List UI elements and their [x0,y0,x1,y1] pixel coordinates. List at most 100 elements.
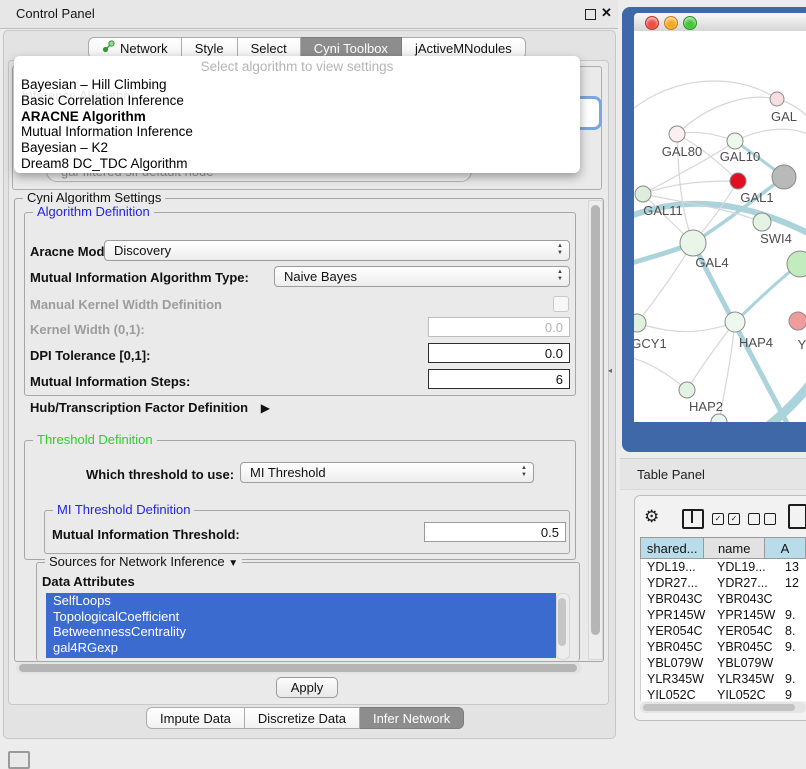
column-header-shared-[interactable]: shared... [640,537,704,559]
cyni-group-title: Cyni Algorithm Settings [23,190,165,205]
node-label-gal: GAL [771,109,797,124]
deselect-all-checks-icon[interactable] [748,513,776,525]
node-gal4[interactable] [680,230,706,256]
which-threshold-label: Which threshold to use: [86,467,234,482]
table-h-scrollbar[interactable] [640,702,806,713]
node-gal80[interactable] [669,126,685,142]
tab-discretize-data[interactable]: Discretize Data [245,707,360,729]
close-panel-icon[interactable]: ✕ [601,5,612,21]
node-low[interactable] [711,414,727,422]
table-header: shared...nameA [640,537,806,559]
data-attributes-list[interactable]: SelfLoopsTopologicalCoefficientBetweenne… [46,593,556,658]
hub-definition-toggle[interactable]: Hub/Transcription Factor Definition ▶ [30,400,270,415]
table-row[interactable]: YBL079WYBL079W [641,655,806,671]
node-label-gal10: GAL10 [720,149,760,164]
network-icon [102,40,115,56]
select-all-checks-icon[interactable]: ✓✓ [712,513,740,525]
network-edge [677,97,777,134]
which-threshold-combo[interactable]: MI Threshold ▲▼ [240,462,534,483]
mi-type-combo[interactable]: Naive Bayes ▲▼ [274,266,570,287]
close-light-icon[interactable] [645,16,659,30]
table-body: YDL19...YDL19...13YDR27...YDR27...12YBR0… [640,559,806,701]
network-edge [687,322,735,390]
node-gal-top[interactable] [770,92,784,106]
table-panel-title: Table Panel [637,467,705,482]
dpi-tolerance-field[interactable]: 0.0 [428,343,570,363]
mi-type-label: Mutual Information Algorithm Type: [30,270,249,285]
attribute-betweennesscentrality[interactable]: BetweennessCentrality [46,624,556,640]
node-gal1[interactable] [730,173,746,189]
columns-icon[interactable] [682,509,704,529]
settings-scrollbar[interactable] [588,200,603,660]
table-row[interactable]: YER054CYER054C8. [641,623,806,639]
attribute-topologicalcoefficient[interactable]: TopologicalCoefficient [46,609,556,625]
table-row[interactable]: YBR043CYBR043C [641,591,806,607]
page-icon[interactable] [788,504,806,529]
gear-icon[interactable]: ⚙ [644,507,659,527]
node-hap2[interactable] [679,382,695,398]
algorithm-item-aracne-algorithm[interactable]: ARACNE Algorithm [14,109,580,125]
node-swi4[interactable] [753,213,771,231]
dpi-tolerance-label: DPI Tolerance [0,1]: [30,348,150,363]
minimize-light-icon[interactable] [664,16,678,30]
column-header-name[interactable]: name [704,537,765,559]
kernel-width-label: Kernel Width (0,1): [30,322,145,337]
network-window-titlebar[interactable] [634,13,806,32]
network-edge [764,377,806,422]
node-gal10[interactable] [727,133,743,149]
float-window-icon[interactable] [585,9,596,20]
table-row[interactable]: YPR145WYPR145W9. [641,607,806,623]
node-salmon[interactable] [789,312,806,330]
combo-spinner-icon: ▲▼ [557,269,563,283]
minimized-window-icon[interactable] [8,751,30,769]
ghost-group-label: Inference Algorithm [22,88,134,103]
attributes-scrollbar[interactable] [556,593,570,660]
node-label-gal1: GAL1 [740,190,773,205]
table-row[interactable]: YBR045CYBR045C9. [641,639,806,655]
table-row[interactable]: YDR27...YDR27...12 [641,575,806,591]
mi-threshold-title: MI Threshold Definition [53,502,194,517]
column-header-a[interactable]: A [765,537,806,559]
algorithm-definition-title: Algorithm Definition [33,204,154,219]
panel-resize-handle[interactable]: ◂ [608,366,612,375]
node-label-gal11: GAL11 [643,203,683,218]
table-panel-titlebar: Table Panel [620,458,806,490]
manual-kernel-label: Manual Kernel Width Definition [30,297,222,312]
manual-kernel-checkbox[interactable] [553,296,569,312]
node-label-hap2: HAP2 [689,399,723,414]
mi-threshold-label: Mutual Information Threshold: [52,527,240,542]
node-label-hap4: HAP4 [739,335,773,350]
node-label-gal4: GAL4 [695,255,728,270]
table-row[interactable]: YLR345WYLR345W9. [641,671,806,687]
tab-impute-data[interactable]: Impute Data [146,707,245,729]
tab-infer-network[interactable]: Infer Network [360,707,464,729]
attribute-selfloops[interactable]: SelfLoops [46,593,556,609]
data-attributes-label: Data Attributes [42,574,135,589]
algorithm-popup: Select algorithm to view settings Bayesi… [14,56,580,173]
node-gcy1[interactable] [634,314,646,332]
mi-steps-field[interactable]: 6 [428,369,570,389]
cyni-mode-tabs: Impute DataDiscretize DataInfer Network [146,707,464,729]
node-label-y: Y [798,337,806,352]
threshold-definition-title: Threshold Definition [33,432,157,447]
settings-h-scrollbar[interactable] [16,662,582,674]
kernel-width-field[interactable]: 0.0 [428,317,570,337]
node-gray[interactable] [772,165,796,189]
popup-placeholder: Select algorithm to view settings [14,56,580,77]
combo-spinner-icon: ▲▼ [557,243,563,257]
node-gal11[interactable] [635,186,651,202]
mi-threshold-field[interactable]: 0.5 [424,522,566,542]
apply-button[interactable]: Apply [276,677,338,698]
node-hap4[interactable] [725,312,745,332]
network-canvas[interactable]: GALGAL80GAL10GAL1GAL11SWI4GAL4GCY1HAP4YH… [634,31,806,422]
table-row[interactable]: YIL052CYIL052C9 [641,687,806,701]
expand-down-icon: ▼ [228,558,238,569]
attribute-gal4rgexp[interactable]: gal4RGexp [46,640,556,656]
aracne-mode-combo[interactable]: Discovery ▲▼ [104,240,570,261]
sources-toggle[interactable]: Sources for Network Inference ▼ [45,554,242,569]
algorithm-item-mutual-information-inference[interactable]: Mutual Information Inference [14,124,580,140]
algorithm-item-bayesian-k2[interactable]: Bayesian – K2 [14,140,580,156]
zoom-light-icon[interactable] [683,16,697,30]
algorithm-item-dream8-dc-tdc-algorithm[interactable]: Dream8 DC_TDC Algorithm [14,156,580,172]
table-row[interactable]: YDL19...YDL19...13 [641,559,806,575]
